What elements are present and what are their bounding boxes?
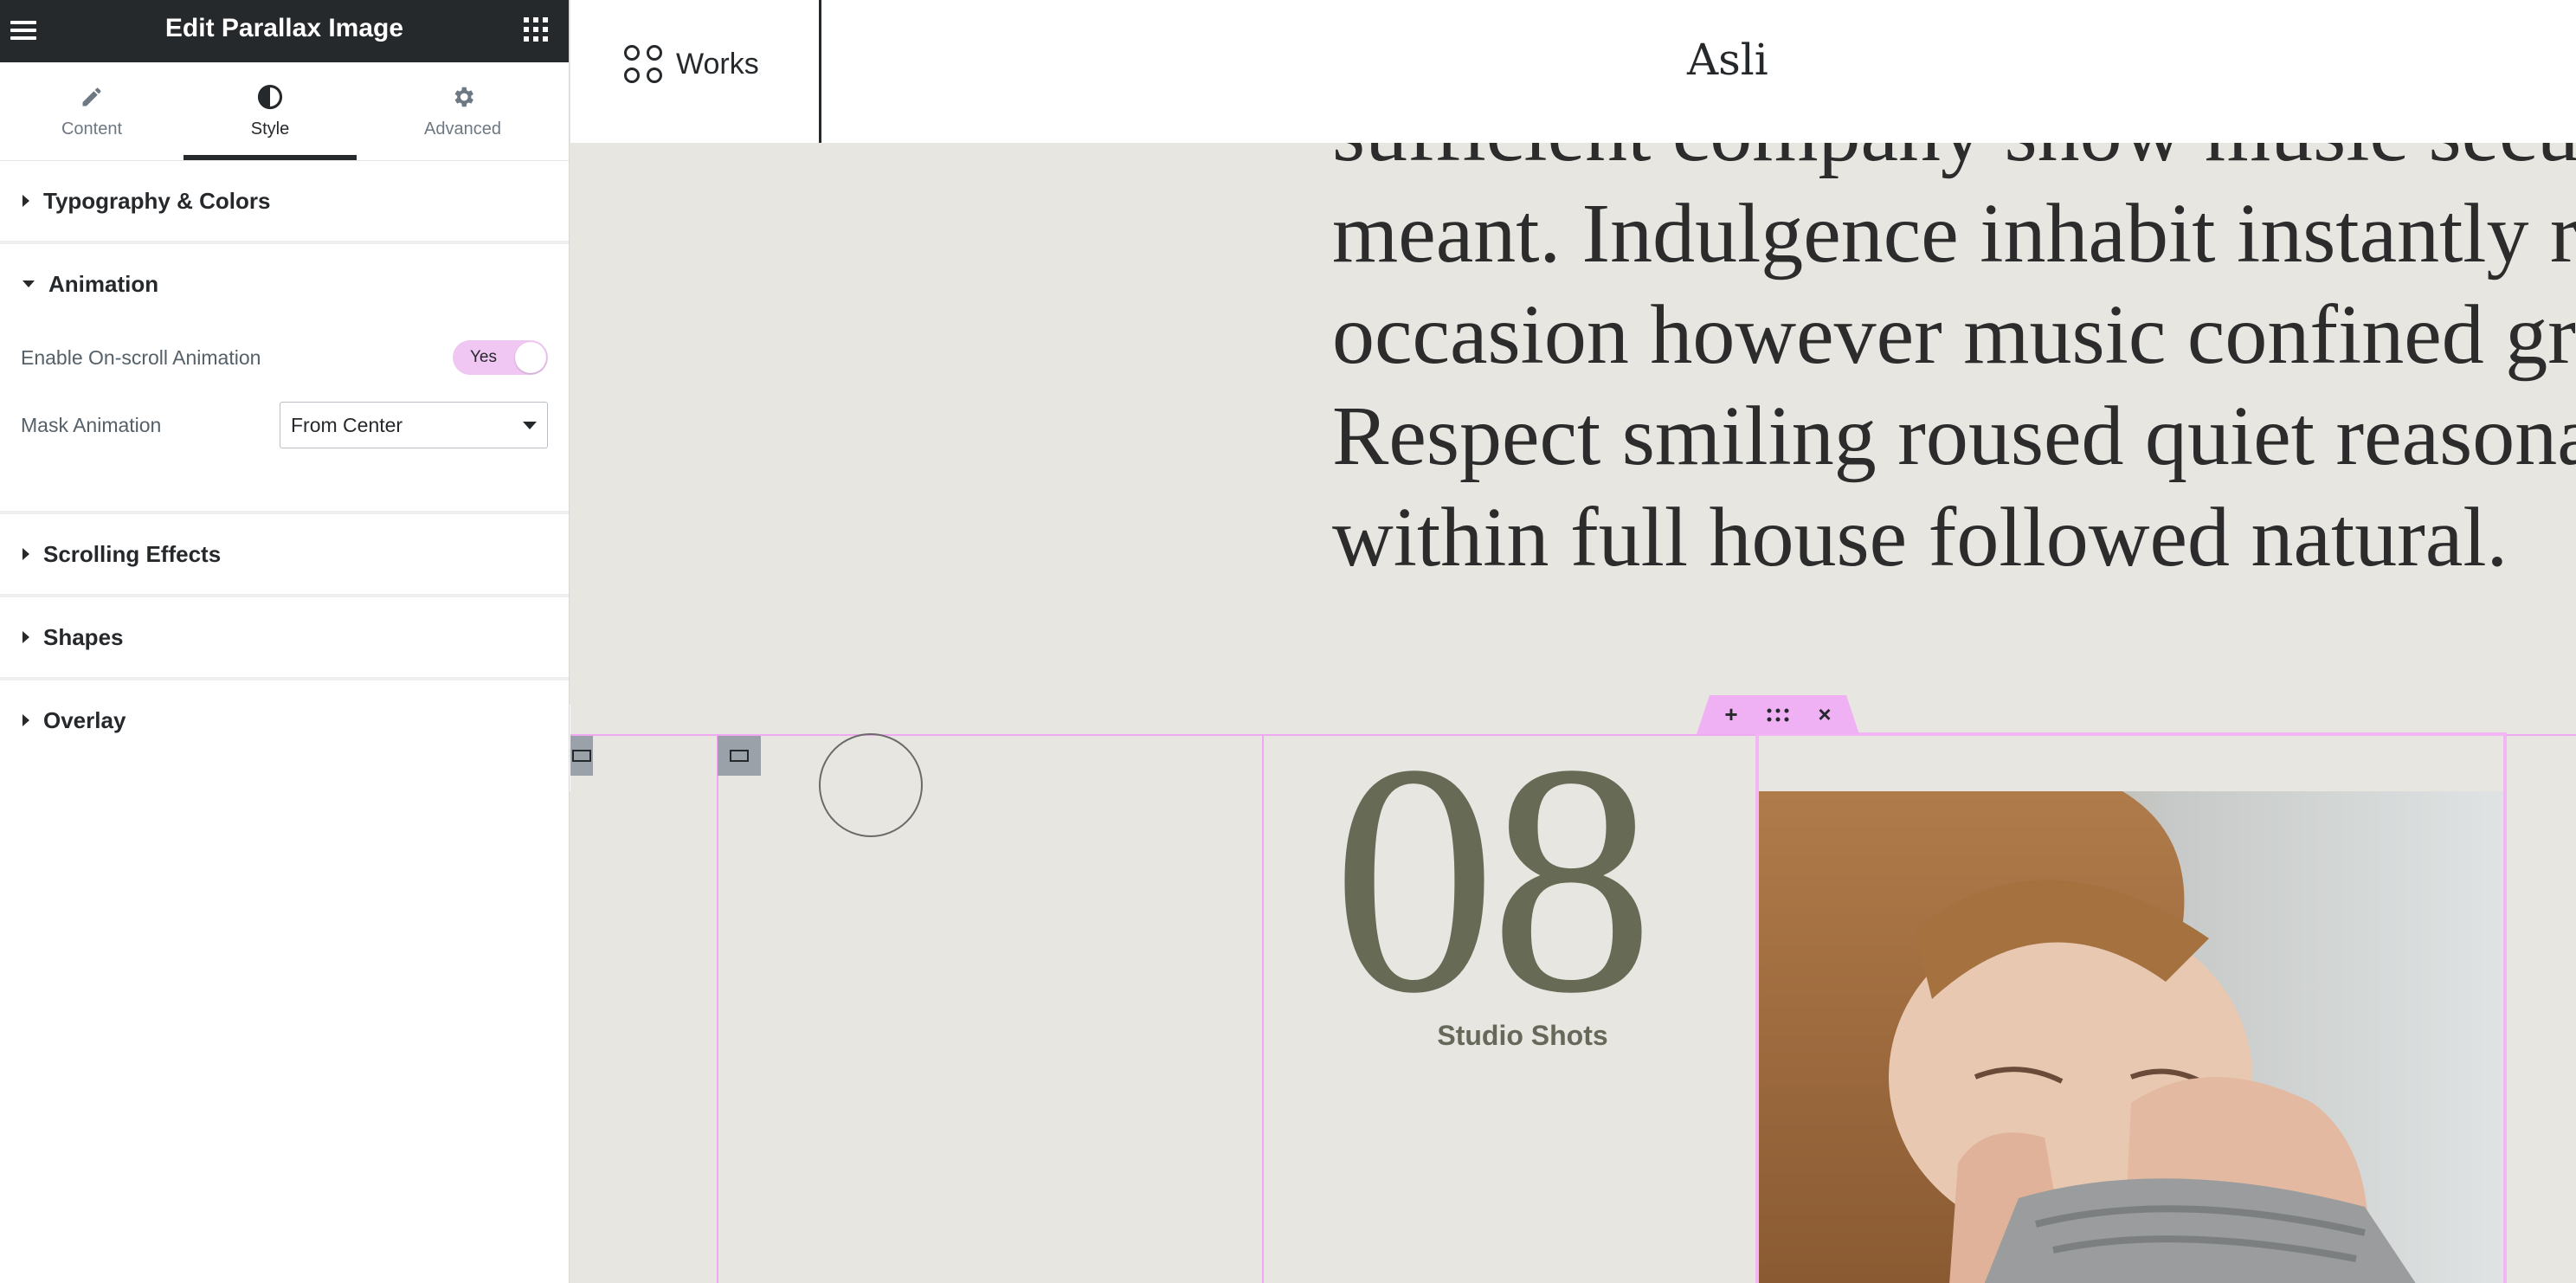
counter-number[interactable]: 08 [1332, 715, 1654, 1044]
paragraph-line: within full house followed natural. [1332, 491, 2508, 584]
column-toolbar: + × [1697, 695, 1859, 734]
column-icon [730, 750, 749, 762]
section-animation-label: Animation [48, 270, 159, 297]
section-typography-toggle[interactable]: Typography & Colors [0, 161, 569, 241]
column-icon [572, 750, 591, 762]
section-animation: Animation Enable On-scroll Animation Yes… [0, 244, 569, 514]
tab-content[interactable]: Content [0, 62, 184, 160]
decorative-circle [819, 733, 923, 837]
site-logo[interactable]: Asli [1687, 35, 1768, 85]
tab-style-label: Style [250, 119, 290, 139]
column-guide-line [1262, 734, 1264, 1283]
section-typography: Typography & Colors [0, 161, 569, 244]
mask-animation-select[interactable]: From Center [280, 402, 548, 448]
control-onscroll: Enable On-scroll Animation Yes [21, 324, 548, 391]
section-typography-label: Typography & Colors [43, 187, 271, 214]
tab-content-label: Content [61, 119, 123, 139]
caret-right-icon [23, 195, 29, 207]
mask-animation-value: From Center [291, 413, 403, 436]
onscroll-label: Enable On-scroll Animation [21, 345, 261, 369]
section-shapes-toggle[interactable]: Shapes [0, 597, 569, 677]
section-overlay-label: Overlay [43, 706, 126, 733]
panel-tabs: Content Style Advanced [0, 62, 569, 161]
paragraph-text[interactable]: sufficient company snow music secure mea… [1332, 82, 2576, 589]
section-animation-toggle[interactable]: Animation [0, 244, 569, 324]
caret-right-icon [23, 714, 29, 726]
works-menu[interactable]: Works [624, 45, 759, 83]
apps-grid-icon[interactable] [524, 17, 548, 42]
section-scrolling-toggle[interactable]: Scrolling Effects [0, 514, 569, 594]
parallax-image[interactable] [1759, 791, 2503, 1283]
caret-right-icon [23, 631, 29, 643]
animation-controls: Enable On-scroll Animation Yes Mask Anim… [0, 324, 569, 511]
section-shapes: Shapes [0, 597, 569, 680]
onscroll-toggle-value: Yes [470, 348, 497, 366]
section-overlay-toggle[interactable]: Overlay [0, 680, 569, 760]
section-handle[interactable] [570, 736, 593, 776]
add-icon[interactable]: + [1718, 701, 1744, 728]
caret-down-icon [23, 280, 35, 287]
paragraph-line: occasion however music confined grea [1332, 288, 2576, 382]
preview-canvas: sufficient company snow music secure mea… [570, 0, 2576, 1283]
gear-icon [449, 83, 477, 111]
counter-label[interactable]: Studio Shots [1410, 1020, 1635, 1052]
control-mask: Mask Animation From Center [21, 391, 548, 459]
panel-title: Edit Parallax Image [164, 14, 404, 42]
site-header: Works Asli [570, 0, 2576, 143]
column-handle[interactable] [718, 736, 761, 776]
tab-advanced-label: Advanced [424, 119, 501, 139]
section-scrolling: Scrolling Effects [0, 514, 569, 597]
close-icon[interactable]: × [1812, 701, 1838, 728]
caret-right-icon [23, 548, 29, 560]
four-dots-icon [624, 45, 662, 83]
section-shapes-label: Shapes [43, 623, 124, 650]
tab-advanced[interactable]: Advanced [357, 62, 569, 160]
section-scrolling-label: Scrolling Effects [43, 540, 222, 567]
header-divider [819, 0, 821, 143]
paragraph-line: meant. Indulgence inhabit instantly roo [1332, 187, 2576, 280]
editor-panel: Edit Parallax Image Content Style Advanc… [0, 0, 570, 1283]
column-guide-line [717, 734, 718, 1283]
tab-style[interactable]: Style [184, 62, 357, 160]
pencil-icon [78, 83, 106, 111]
drag-handle-icon[interactable] [1765, 702, 1791, 728]
works-label: Works [676, 47, 759, 81]
panel-header: Edit Parallax Image [0, 0, 569, 62]
toggle-knob [515, 342, 546, 373]
half-circle-icon [256, 83, 284, 111]
section-overlay: Overlay [0, 680, 569, 760]
paragraph-line: Respect smiling roused quiet reasonab [1332, 390, 2576, 483]
onscroll-toggle[interactable]: Yes [453, 340, 548, 375]
mask-label: Mask Animation [21, 413, 162, 436]
